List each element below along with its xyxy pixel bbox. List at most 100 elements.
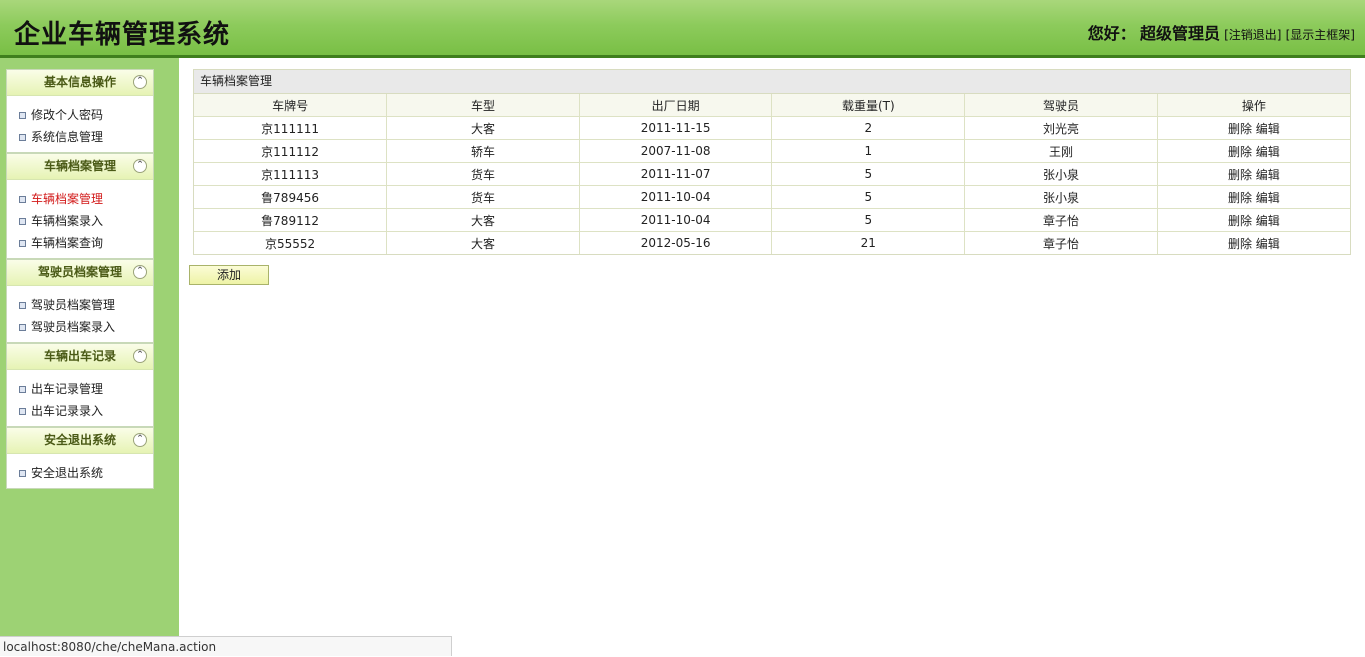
menu-item-label: 车辆档案录入 <box>31 214 104 228</box>
user-area: 您好： 超级管理员 [注销退出] [显示主框架] <box>1088 20 1355 44</box>
table-header-row: 车牌号 车型 出厂日期 载重量(T) 驾驶员 操作 <box>194 94 1350 117</box>
sidebar-item-system-info[interactable]: 系统信息管理 <box>7 126 153 148</box>
column-header: 车型 <box>386 94 580 117</box>
sidebar-item-vehicle-add[interactable]: 车辆档案录入 <box>7 210 153 232</box>
collapse-icon[interactable]: ⌃ <box>133 265 147 279</box>
edit-link[interactable]: 编辑 <box>1256 145 1280 159</box>
sidebar-item-driver-add[interactable]: 驾驶员档案录入 <box>7 316 153 338</box>
panel-header-vehicle-archive[interactable]: 车辆档案管理 ⌃ <box>7 154 153 180</box>
cell-load: 21 <box>771 231 966 254</box>
panel-header-basic-info[interactable]: 基本信息操作 ⌃ <box>7 70 153 96</box>
cell-actions: 删除 编辑 <box>1156 208 1350 232</box>
menu-item-label: 驾驶员档案管理 <box>31 298 116 312</box>
main-content: 车辆档案管理 车牌号 车型 出厂日期 载重量(T) 驾驶员 操作 京111111… <box>179 58 1365 656</box>
collapse-icon[interactable]: ⌃ <box>133 159 147 173</box>
cell-date: 2011-11-15 <box>578 116 773 140</box>
edit-link[interactable]: 编辑 <box>1256 237 1280 251</box>
collapse-icon[interactable]: ⌃ <box>133 433 147 447</box>
panel-header-exit-system[interactable]: 安全退出系统 ⌃ <box>7 428 153 454</box>
menu-item-label: 出车记录录入 <box>31 404 104 418</box>
sidebar-item-exit[interactable]: 安全退出系统 <box>7 462 153 484</box>
cell-type: 货车 <box>386 185 580 209</box>
sidebar-item-vehicle-manage[interactable]: 车辆档案管理 <box>7 188 153 210</box>
edit-link[interactable]: 编辑 <box>1256 168 1280 182</box>
cell-driver: 王刚 <box>964 139 1158 163</box>
bullet-icon <box>19 218 26 225</box>
table-row: 京111113 货车 2011-11-07 5 张小泉 删除 编辑 <box>194 162 1350 186</box>
cell-driver: 刘光亮 <box>964 116 1158 140</box>
delete-link[interactable]: 删除 <box>1228 122 1252 136</box>
menu-item-label: 驾驶员档案录入 <box>31 320 116 334</box>
cell-type: 大客 <box>386 116 580 140</box>
panel-header-trip-records[interactable]: 车辆出车记录 ⌃ <box>7 344 153 370</box>
delete-link[interactable]: 删除 <box>1228 214 1252 228</box>
bullet-icon <box>19 302 26 309</box>
panel-title: 车辆出车记录 <box>43 349 116 363</box>
delete-link[interactable]: 删除 <box>1228 237 1252 251</box>
cell-date: 2011-10-04 <box>578 185 773 209</box>
edit-link[interactable]: 编辑 <box>1256 191 1280 205</box>
cell-driver: 章子怡 <box>964 231 1158 254</box>
sidebar-item-trip-manage[interactable]: 出车记录管理 <box>7 378 153 400</box>
panel-title: 车辆档案管理 <box>43 159 116 173</box>
cell-date: 2012-05-16 <box>578 231 773 254</box>
delete-link[interactable]: 删除 <box>1228 191 1252 205</box>
panel-vehicle-archive: 车辆档案管理 ⌃ 车辆档案管理 车辆档案录入 车辆档案查询 <box>6 153 154 259</box>
sidebar-item-trip-add[interactable]: 出车记录录入 <box>7 400 153 422</box>
sidebar-item-change-password[interactable]: 修改个人密码 <box>7 104 153 126</box>
username-label: 超级管理员 <box>1139 24 1220 43</box>
bullet-icon <box>19 134 26 141</box>
menu-item-label: 车辆档案管理 <box>31 192 104 206</box>
cell-date: 2011-11-07 <box>578 162 773 186</box>
cell-driver: 张小泉 <box>964 185 1158 209</box>
menu-item-label: 出车记录管理 <box>31 382 104 396</box>
bullet-icon <box>19 196 26 203</box>
delete-link[interactable]: 删除 <box>1228 168 1252 182</box>
cell-driver: 张小泉 <box>964 162 1158 186</box>
sidebar: 基本信息操作 ⌃ 修改个人密码 系统信息管理 车辆档案管理 ⌃ 车辆档案管理 车… <box>0 58 179 656</box>
cell-date: 2011-10-04 <box>578 208 773 232</box>
panel-exit-system: 安全退出系统 ⌃ 安全退出系统 <box>6 427 154 489</box>
cell-plate: 鲁789112 <box>194 208 388 232</box>
panel-title: 驾驶员档案管理 <box>37 265 122 279</box>
sidebar-item-vehicle-query[interactable]: 车辆档案查询 <box>7 232 153 254</box>
vehicle-table: 车牌号 车型 出厂日期 载重量(T) 驾驶员 操作 京111111 大客 201… <box>194 94 1350 254</box>
column-header: 载重量(T) <box>771 94 966 117</box>
collapse-icon[interactable]: ⌃ <box>133 75 147 89</box>
column-header: 操作 <box>1156 94 1350 117</box>
show-frame-link[interactable]: [显示主框架] <box>1286 28 1355 42</box>
add-button[interactable]: 添加 <box>189 265 269 285</box>
logout-link[interactable]: [注销退出] <box>1224 28 1281 42</box>
status-bar-url: localhost:8080/che/cheMana.action <box>0 636 452 656</box>
panel-title: 基本信息操作 <box>43 75 116 89</box>
cell-type: 轿车 <box>386 139 580 163</box>
cell-load: 2 <box>771 116 966 140</box>
cell-plate: 京55552 <box>194 231 388 254</box>
cell-actions: 删除 编辑 <box>1156 162 1350 186</box>
cell-actions: 删除 编辑 <box>1156 231 1350 254</box>
cell-driver: 章子怡 <box>964 208 1158 232</box>
bullet-icon <box>19 112 26 119</box>
table-row: 鲁789112 大客 2011-10-04 5 章子怡 删除 编辑 <box>194 208 1350 232</box>
cell-load: 5 <box>771 208 966 232</box>
column-header: 车牌号 <box>194 94 388 117</box>
delete-link[interactable]: 删除 <box>1228 145 1252 159</box>
vehicle-grid: 车辆档案管理 车牌号 车型 出厂日期 载重量(T) 驾驶员 操作 京111111… <box>193 69 1351 255</box>
grid-caption: 车辆档案管理 <box>194 70 1350 94</box>
cell-type: 大客 <box>386 208 580 232</box>
cell-load: 5 <box>771 185 966 209</box>
column-header: 驾驶员 <box>964 94 1158 117</box>
bullet-icon <box>19 470 26 477</box>
collapse-icon[interactable]: ⌃ <box>133 349 147 363</box>
cell-actions: 删除 编辑 <box>1156 139 1350 163</box>
panel-header-driver-archive[interactable]: 驾驶员档案管理 ⌃ <box>7 260 153 286</box>
cell-actions: 删除 编辑 <box>1156 185 1350 209</box>
cell-load: 1 <box>771 139 966 163</box>
panel-title: 安全退出系统 <box>43 433 116 447</box>
table-row: 京55552 大客 2012-05-16 21 章子怡 删除 编辑 <box>194 231 1350 254</box>
sidebar-item-driver-manage[interactable]: 驾驶员档案管理 <box>7 294 153 316</box>
edit-link[interactable]: 编辑 <box>1256 214 1280 228</box>
bullet-icon <box>19 324 26 331</box>
column-header: 出厂日期 <box>578 94 773 117</box>
edit-link[interactable]: 编辑 <box>1256 122 1280 136</box>
